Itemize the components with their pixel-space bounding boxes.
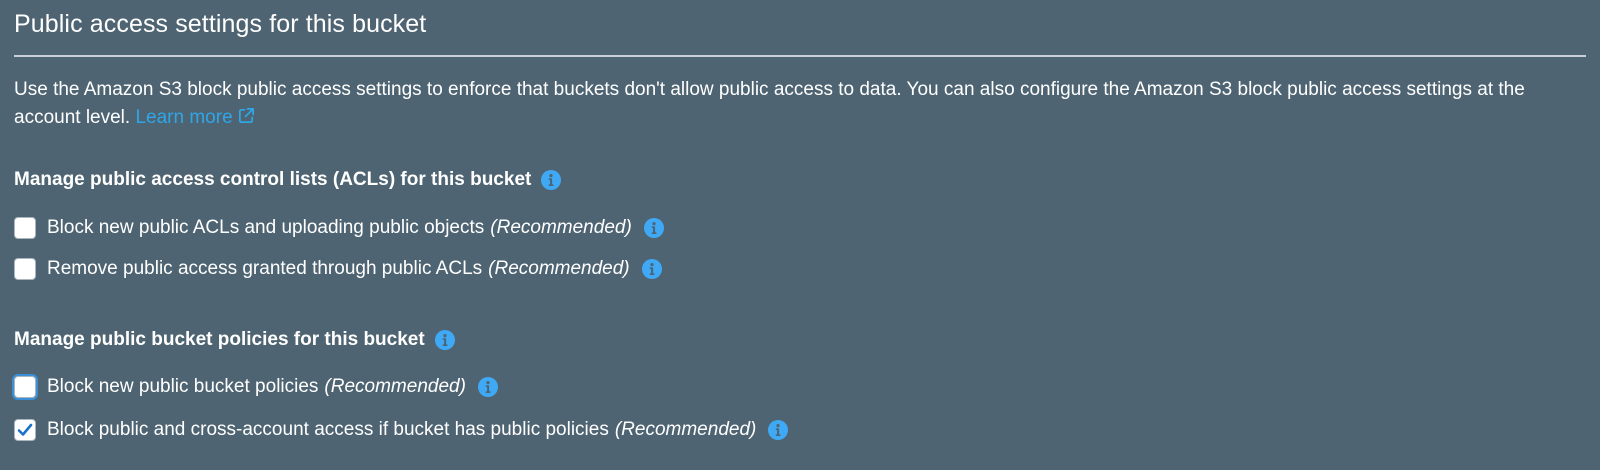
block-new-public-acls-checkbox[interactable] [14,217,36,239]
info-icon[interactable] [434,330,455,350]
block-cross-account-access-checkbox[interactable] [14,419,36,441]
info-icon[interactable] [768,420,789,440]
page-title: Public access settings for this bucket [14,10,427,38]
info-icon[interactable] [477,377,498,397]
external-link-icon [237,106,256,125]
option-block-new-public-acls: Block new public ACLs and uploading publ… [14,214,664,242]
recommended-tag: (Recommended) [324,376,466,397]
option-label: Block new public ACLs and uploading publ… [47,217,485,238]
learn-more-link[interactable]: Learn more [135,107,255,128]
block-new-bucket-policies-checkbox[interactable] [14,376,36,398]
option-label: Block public and cross-account access if… [47,419,609,440]
option-block-cross-account-access: Block public and cross-account access if… [14,416,789,444]
option-label: Remove public access granted through pub… [47,258,483,279]
remove-public-acls-checkbox[interactable] [14,258,36,280]
info-icon[interactable] [541,170,562,190]
policy-section-heading: Manage public bucket policies for this b… [14,326,455,354]
acl-section-heading: Manage public access control lists (ACLs… [14,166,562,194]
policy-section-title: Manage public bucket policies for this b… [14,329,425,350]
recommended-tag: (Recommended) [488,258,630,279]
option-label: Block new public bucket policies [47,376,319,397]
info-icon[interactable] [641,259,662,279]
learn-more-label: Learn more [135,107,233,128]
recommended-tag: (Recommended) [614,419,757,440]
option-block-new-bucket-policies: Block new public bucket policies (Recomm… [14,373,498,401]
option-remove-public-acls: Remove public access granted through pub… [14,255,662,283]
recommended-tag: (Recommended) [490,217,632,238]
title-divider [14,55,1586,57]
checkmark-icon [17,423,33,436]
info-icon[interactable] [643,218,664,238]
acl-section-title: Manage public access control lists (ACLs… [14,169,532,190]
public-access-settings-panel: Public access settings for this bucket U… [14,0,1586,470]
description-paragraph: Use the Amazon S3 block public access se… [14,76,1564,132]
